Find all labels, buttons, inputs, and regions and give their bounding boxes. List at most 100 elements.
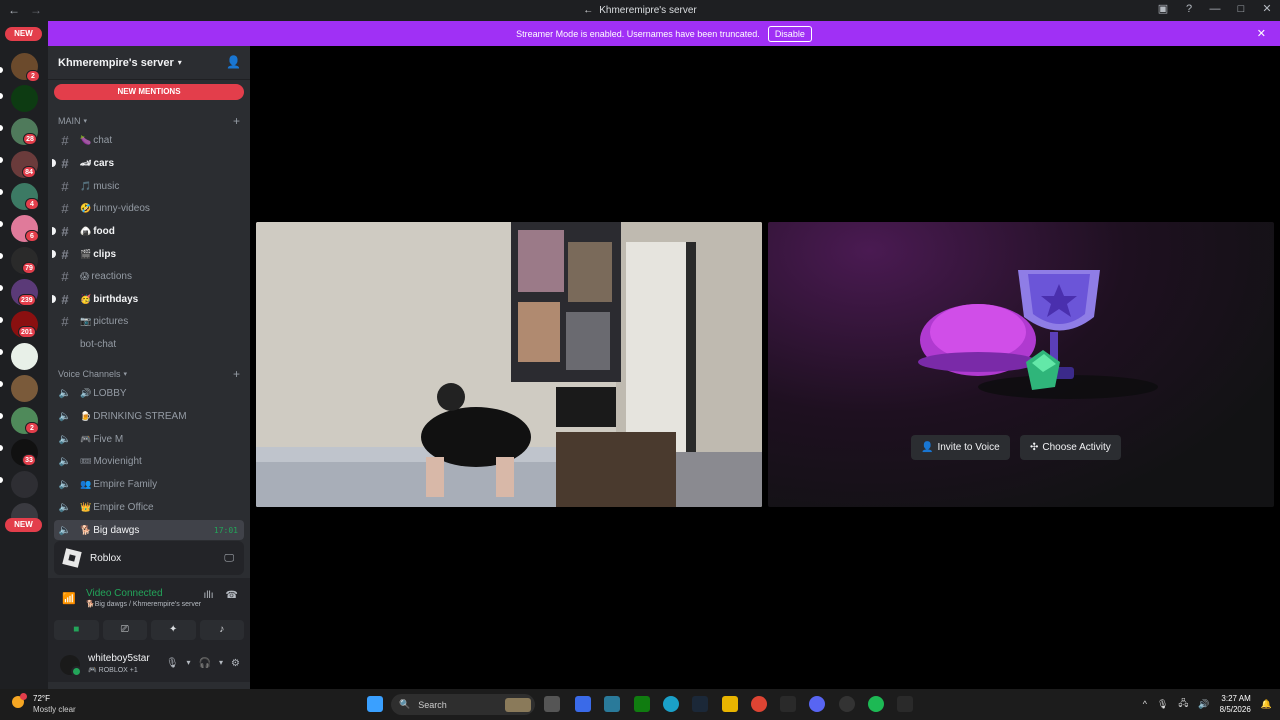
server-icon[interactable]	[11, 375, 38, 402]
mention-badge: 201	[18, 326, 36, 338]
server-rail: NEW 2 28 84 4 6 79 239 201 2 33 NEW	[0, 21, 48, 689]
disable-button[interactable]: Disable	[767, 25, 812, 42]
voice-channel-big-dawgs[interactable]: 🔈 🐕 Big dawgs 17:01	[54, 520, 244, 540]
channel-bot-chat[interactable]: bot-chat	[54, 334, 244, 354]
text-channel-icon: #	[61, 132, 69, 148]
server-header[interactable]: Khmerempire's server ▾ 👤	[48, 46, 250, 80]
channel-food[interactable]: # 🍙 food	[52, 221, 244, 241]
channel-name: music	[93, 180, 120, 192]
category-voice[interactable]: Voice Channels ▾ +	[58, 367, 240, 381]
epic-games-icon[interactable]	[780, 696, 796, 712]
unread-pill	[0, 93, 3, 99]
voice-channel-lobby[interactable]: 🔈 🔊 LOBBY	[54, 383, 244, 403]
channel-clips[interactable]: # 🎬 clips	[52, 244, 244, 264]
invite-people-icon[interactable]: 👤	[226, 55, 241, 69]
channel-pictures[interactable]: # 📷 pictures	[54, 311, 244, 331]
create-channel-icon[interactable]: +	[233, 114, 240, 128]
channel-funny-videos[interactable]: # 🤣 funny-videos	[54, 198, 244, 218]
invite-to-voice-button[interactable]: 👤 Invite to Voice	[911, 435, 1010, 460]
task-view-icon[interactable]	[544, 696, 560, 712]
server-icon[interactable]	[11, 343, 38, 370]
close-window-icon[interactable]: ✕	[1260, 2, 1274, 15]
speaker-icon: 🔈	[58, 410, 72, 422]
voice-location[interactable]: 🐕Big dawgs / Khmerempire's server	[86, 600, 201, 608]
taskbar-search[interactable]: 🔍 Search	[391, 694, 535, 715]
username[interactable]: whiteboy5star	[88, 653, 150, 664]
edge-icon[interactable]	[663, 696, 679, 712]
app-icon[interactable]	[575, 696, 591, 712]
camera-tile[interactable]	[256, 222, 762, 507]
channel-emoji: 🎵	[80, 180, 92, 191]
channel-emoji: 🐕	[80, 524, 92, 535]
chevron-down-icon[interactable]: ▾	[219, 658, 223, 669]
avatar[interactable]	[60, 655, 82, 677]
app-icon[interactable]	[897, 696, 913, 712]
inbox-icon[interactable]: ▣	[1156, 2, 1170, 15]
store-icon[interactable]	[604, 696, 620, 712]
noise-suppression-icon[interactable]: ıllı	[204, 590, 214, 601]
chevron-down-icon[interactable]: ▾	[187, 658, 191, 669]
chrome-icon[interactable]	[751, 696, 767, 712]
channel-music[interactable]: # 🎵 music	[54, 176, 244, 196]
steam-icon[interactable]	[692, 696, 708, 712]
voice-channel-drinking-stream[interactable]: 🔈 🍺 DRINKING STREAM	[54, 406, 244, 426]
camera-button[interactable]: ■	[54, 620, 99, 640]
voice-channel-five-m[interactable]: 🔈 🎮 Five M	[54, 429, 244, 449]
file-explorer-icon[interactable]	[722, 696, 738, 712]
unread-pill	[0, 125, 3, 131]
screen-share-button[interactable]: ⎚	[102, 620, 147, 640]
soundboard-button[interactable]: ♪	[199, 620, 244, 640]
microphone-icon[interactable]: 🎙	[1157, 699, 1168, 710]
notification-bell-icon[interactable]: 🔔	[1261, 699, 1272, 710]
back-mini-icon: ←	[583, 5, 594, 16]
help-icon[interactable]: ?	[1182, 3, 1196, 15]
maximize-icon[interactable]: □	[1234, 3, 1248, 15]
unread-pill	[0, 317, 3, 323]
channel-cars[interactable]: # 🏎 cars	[52, 153, 244, 173]
category-main[interactable]: MAIN ▾ +	[58, 114, 240, 128]
new-mentions-button[interactable]: NEW MENTIONS	[54, 84, 244, 100]
banner-close-icon[interactable]: ✕	[1257, 27, 1266, 40]
disconnect-icon[interactable]: ☎	[226, 590, 238, 601]
clock[interactable]: 3:27 AM 8/5/2026	[1220, 693, 1251, 715]
activities-button[interactable]: ✦	[151, 620, 196, 640]
microphone-icon[interactable]: 🎙	[166, 658, 179, 669]
channel-emoji: 😱	[80, 270, 90, 281]
discord-icon[interactable]	[809, 696, 825, 712]
server-icon[interactable]	[11, 85, 38, 112]
channel-emoji: 🎟	[80, 455, 92, 466]
voice-channel-empire-family[interactable]: 🔈 👥 Empire Family	[54, 474, 244, 494]
weather-desc: Mostly clear	[33, 705, 76, 714]
channel-birthdays[interactable]: # 🥳 birthdays	[52, 289, 244, 309]
minimize-icon[interactable]: —	[1208, 3, 1222, 15]
chevron-up-icon[interactable]: ^	[1143, 699, 1147, 709]
signal-icon[interactable]: 📶	[62, 592, 76, 605]
xbox-icon[interactable]	[634, 696, 650, 712]
voice-channel-empire-office[interactable]: 🔈 👑 Empire Office	[54, 497, 244, 517]
chevron-down-icon: ▾	[123, 371, 128, 378]
spotify-icon[interactable]	[868, 696, 884, 712]
user-status: 🎮 ROBLOX +1	[88, 667, 138, 674]
new-unreads-bottom[interactable]: NEW	[5, 518, 42, 532]
unread-pill	[0, 381, 3, 387]
channel-chat[interactable]: # 🍆 chat	[54, 130, 244, 150]
volume-icon[interactable]: 🔊	[1198, 699, 1209, 710]
channel-emoji: 🍺	[80, 410, 92, 421]
camera-feed-image	[256, 222, 762, 507]
unread-pill	[0, 189, 3, 195]
channel-reactions[interactable]: # 😱 reactions	[54, 266, 244, 286]
network-icon[interactable]: 🖧	[1178, 696, 1188, 712]
app-icon[interactable]	[839, 696, 855, 712]
stream-game-icon[interactable]: 🖵	[224, 553, 234, 564]
choose-activity-button[interactable]: ✣ Choose Activity	[1020, 435, 1121, 460]
gear-icon[interactable]: ⚙	[231, 658, 240, 669]
new-unreads-top[interactable]: NEW	[5, 27, 42, 41]
create-channel-icon[interactable]: +	[233, 367, 240, 381]
headphones-icon[interactable]: 🎧	[199, 658, 211, 669]
voice-status[interactable]: Video Connected	[86, 588, 163, 599]
server-icon[interactable]	[11, 471, 38, 498]
windows-start-icon[interactable]	[367, 696, 383, 712]
unread-pill	[0, 413, 3, 419]
voice-channel-movienight[interactable]: 🔈 🎟 Movienight	[54, 451, 244, 471]
channel-emoji: 🍆	[80, 134, 92, 145]
